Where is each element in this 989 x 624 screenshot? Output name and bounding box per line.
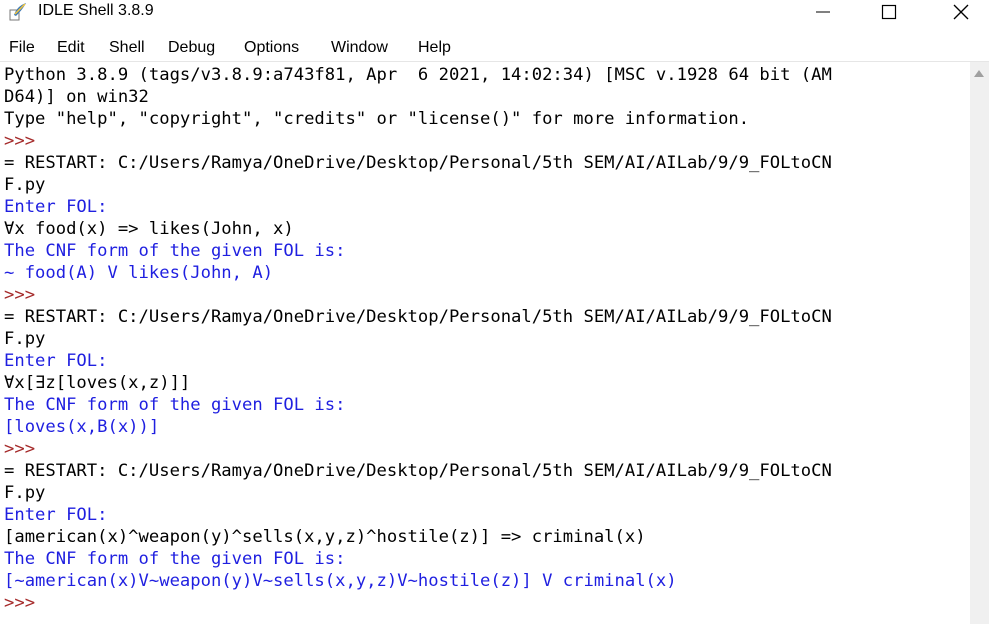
shell-line: F.py [4, 175, 46, 195]
menu-debug[interactable]: Debug [168, 38, 215, 58]
shell-line: The CNF form of the given FOL is: [4, 241, 346, 261]
shell-line: [~american(x)V~weapon(y)V~sells(x,y,z)V~… [4, 571, 677, 591]
shell-line: [loves(x,B(x))] [4, 417, 160, 437]
shell-line: The CNF form of the given FOL is: [4, 549, 346, 569]
close-button[interactable] [938, 0, 984, 24]
shell-line: Enter FOL: [4, 505, 108, 525]
shell-line: = RESTART: C:/Users/Ramya/OneDrive/Deskt… [4, 461, 832, 481]
shell-prompt: >>> [4, 285, 46, 305]
shell-line: The CNF form of the given FOL is: [4, 395, 346, 415]
shell-line: Enter FOL: [4, 351, 108, 371]
close-icon [953, 4, 969, 20]
scroll-up-arrow-icon[interactable] [974, 70, 984, 77]
menu-window[interactable]: Window [331, 38, 388, 58]
shell-line: D64)] on win32 [4, 87, 149, 107]
menu-options[interactable]: Options [244, 38, 299, 58]
menu-shell[interactable]: Shell [109, 38, 145, 58]
menu-edit[interactable]: Edit [57, 38, 85, 58]
minimize-icon [816, 11, 830, 13]
shell-line: ~ food(A) V likes(John, A) [4, 263, 274, 283]
menu-bar: File Edit Shell Debug Options Window Hel… [0, 36, 989, 60]
minimize-button[interactable] [800, 0, 846, 24]
maximize-button[interactable] [866, 0, 912, 24]
menu-help[interactable]: Help [418, 38, 451, 58]
shell-line: F.py [4, 483, 46, 503]
shell-line: = RESTART: C:/Users/Ramya/OneDrive/Deskt… [4, 153, 832, 173]
shell-prompt: >>> [4, 439, 46, 459]
shell-text-area[interactable]: Python 3.8.9 (tags/v3.8.9:a743f81, Apr 6… [0, 62, 970, 624]
shell-line: [american(x)^weapon(y)^sells(x,y,z)^host… [4, 527, 646, 547]
shell-line: Python 3.8.9 (tags/v3.8.9:a743f81, Apr 6… [4, 65, 832, 85]
shell-line: ∀x[∃z[loves(x,z)]] [4, 373, 191, 393]
shell-line: F.py [4, 329, 46, 349]
shell-line: Type "help", "copyright", "credits" or "… [4, 109, 750, 129]
shell-line: ∀x food(x) => likes(John, x) [4, 219, 294, 239]
window-title: IDLE Shell 3.8.9 [38, 2, 154, 19]
python-feather-icon [8, 1, 28, 21]
vertical-scrollbar[interactable] [970, 62, 989, 624]
shell-prompt: >>> [4, 131, 46, 151]
maximize-icon [881, 4, 897, 20]
shell-prompt: >>> [4, 593, 46, 613]
shell-line: = RESTART: C:/Users/Ramya/OneDrive/Deskt… [4, 307, 832, 327]
menu-file[interactable]: File [9, 38, 35, 58]
shell-line: Enter FOL: [4, 197, 108, 217]
title-bar: IDLE Shell 3.8.9 [0, 0, 989, 32]
